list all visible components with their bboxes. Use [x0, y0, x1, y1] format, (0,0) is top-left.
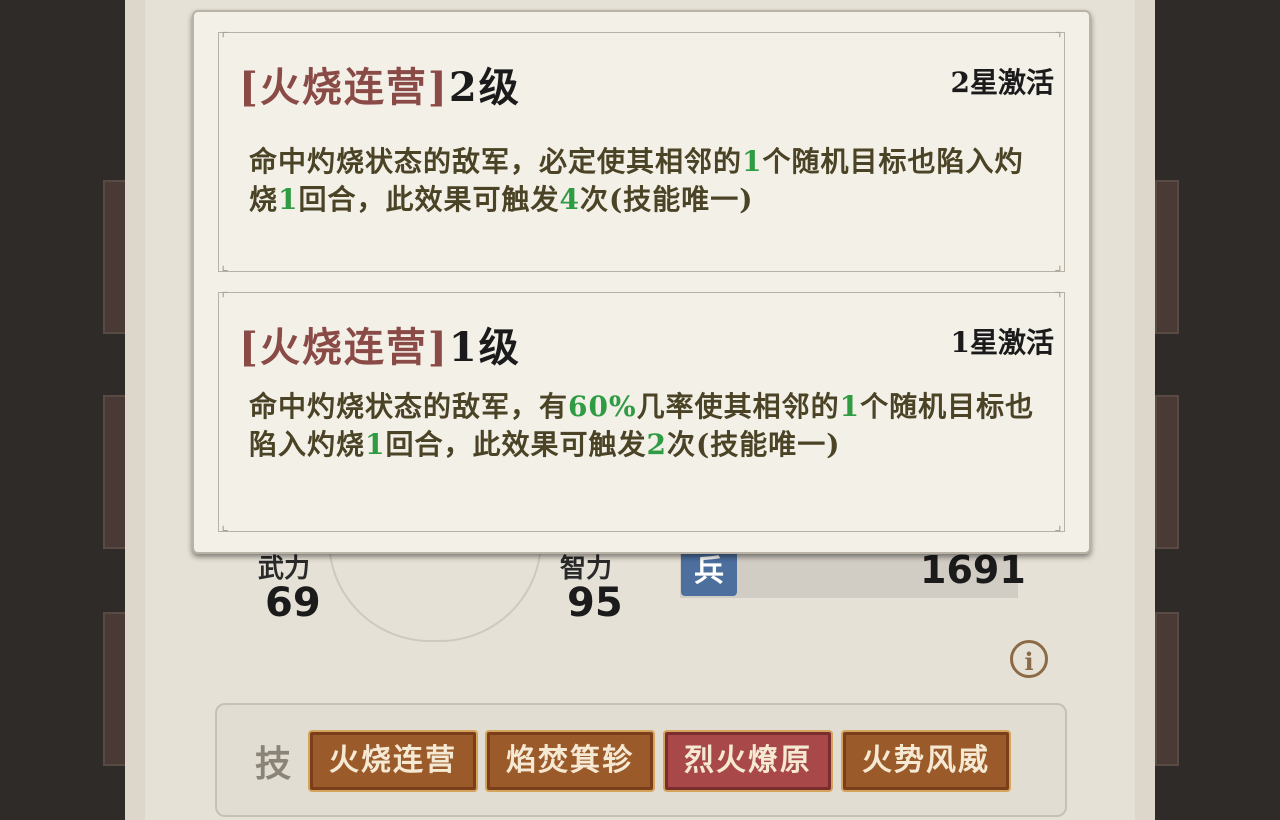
- corner-ornament-icon: ⌞: [221, 255, 229, 274]
- corner-ornament-icon: ⌞: [221, 515, 229, 534]
- corner-ornament-icon: ⌟: [1054, 515, 1062, 534]
- corner-ornament-icon: ⌜: [221, 289, 229, 308]
- desc-text: 次(技能唯一): [667, 428, 841, 461]
- intel-value: 95: [567, 580, 623, 626]
- desc-number: 1: [839, 390, 861, 423]
- skill-description: 命中灼烧状态的敌军，有60%几率使其相邻的1个随机目标也陷入灼烧1回合，此效果可…: [249, 388, 1039, 464]
- desc-text: 回合，此效果可触发: [298, 183, 560, 216]
- corner-ornament-icon: ⌝: [1054, 289, 1062, 308]
- left-background: [0, 0, 127, 820]
- desc-number: 4: [559, 183, 580, 216]
- skill-level-block: ⌜ ⌝ ⌞ ⌟ [火烧连营]1级 1星激活 命中灼烧状态的敌军，有60%几率使其…: [218, 289, 1065, 534]
- info-icon[interactable]: i: [1010, 640, 1048, 678]
- right-portrait-edge: [1155, 395, 1179, 549]
- skill-activation: 1星激活: [950, 326, 1054, 359]
- troop-icon: 兵: [681, 548, 737, 596]
- right-portrait-edge: [1155, 612, 1179, 766]
- troop-count: 1691: [920, 548, 1026, 592]
- left-portrait-edge: [103, 180, 127, 334]
- skill-level-block: ⌜ ⌝ ⌞ ⌟ [火烧连营]2级 2星激活 命中灼烧状态的敌军，必定使其相邻的1…: [218, 29, 1065, 274]
- desc-number: 2: [646, 428, 667, 461]
- desc-text: 几率使其相邻的: [636, 390, 840, 423]
- right-portrait-edge: [1155, 180, 1179, 334]
- skill-bar-label: 技: [255, 743, 292, 785]
- desc-text: 命中灼烧状态的敌军，有: [249, 390, 569, 423]
- skill-detail-popup: ⌜ ⌝ ⌞ ⌟ [火烧连营]2级 2星激活 命中灼烧状态的敌军，必定使其相邻的1…: [192, 10, 1091, 554]
- desc-text: 命中灼烧状态的敌军，必定使其相邻的: [249, 145, 743, 178]
- skill-title: [火烧连营]1级: [239, 315, 521, 373]
- skill-button-2[interactable]: 焰焚箕轸: [485, 730, 655, 792]
- desc-number: 1: [742, 145, 763, 178]
- corner-ornament-icon: ⌟: [1054, 255, 1062, 274]
- skill-level: 1级: [448, 324, 521, 371]
- desc-number: 1: [278, 183, 299, 216]
- skill-name: [火烧连营]: [239, 324, 449, 371]
- skill-level: 2级: [448, 64, 521, 111]
- force-value: 69: [265, 580, 321, 626]
- skill-button-3[interactable]: 烈火燎原: [663, 730, 833, 792]
- skill-button-4[interactable]: 火势风威: [841, 730, 1011, 792]
- right-background: [1155, 0, 1280, 820]
- skill-description: 命中灼烧状态的敌军，必定使其相邻的1个随机目标也陷入灼烧1回合，此效果可触发4次…: [249, 143, 1039, 219]
- skill-button-1[interactable]: 火烧连营: [308, 730, 478, 792]
- desc-text: 回合，此效果可触发: [385, 428, 647, 461]
- skill-activation: 2星激活: [950, 66, 1054, 99]
- desc-number: 60%: [568, 390, 637, 423]
- corner-ornament-icon: ⌜: [221, 29, 229, 48]
- corner-ornament-icon: ⌝: [1054, 29, 1062, 48]
- left-portrait-edge: [103, 395, 127, 549]
- skill-name: [火烧连营]: [239, 64, 449, 111]
- skill-title: [火烧连营]2级: [239, 55, 521, 113]
- left-portrait-edge: [103, 612, 127, 766]
- desc-text: 次(技能唯一): [580, 183, 754, 216]
- desc-number: 1: [365, 428, 386, 461]
